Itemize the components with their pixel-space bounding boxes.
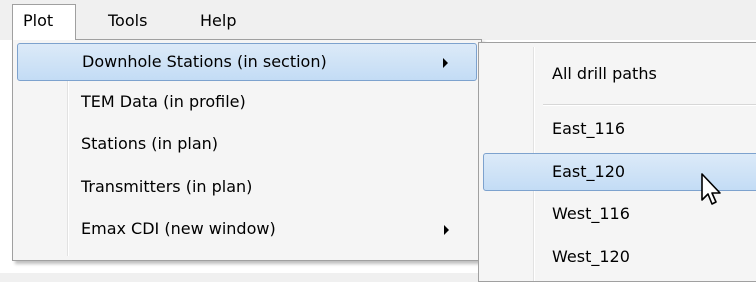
submenu-separator	[543, 104, 756, 106]
menu-plot[interactable]: Plot	[12, 4, 76, 40]
submenu-item-label: West_120	[552, 247, 630, 266]
drill-paths-submenu: All drill paths East_116 East_120 West_1…	[478, 42, 756, 282]
submenu-item-east-116[interactable]: East_116	[483, 110, 756, 148]
menu-help[interactable]: Help	[190, 6, 246, 36]
menu-item-label: Transmitters (in plan)	[81, 177, 253, 196]
menu-item-label: Downhole Stations (in section)	[82, 52, 327, 71]
menu-item-label: TEM Data (in profile)	[81, 92, 246, 111]
submenu-item-label: All drill paths	[552, 64, 657, 83]
submenu-arrow-icon	[443, 58, 448, 68]
menu-item-transmitters[interactable]: Transmitters (in plan)	[17, 168, 477, 206]
menu-item-label: Stations (in plan)	[81, 134, 219, 153]
menu-item-emax-cdi[interactable]: Emax CDI (new window)	[17, 210, 477, 248]
menu-item-tem-data[interactable]: TEM Data (in profile)	[17, 83, 477, 121]
submenu-item-label: East_120	[552, 162, 626, 181]
menu-bar: Plot Tools Help	[0, 0, 756, 40]
submenu-item-all-drill-paths[interactable]: All drill paths	[483, 55, 756, 93]
menu-tools[interactable]: Tools	[98, 6, 157, 36]
submenu-item-label: West_116	[552, 204, 630, 223]
submenu-item-west-120[interactable]: West_120	[483, 238, 756, 276]
menu-item-label: Emax CDI (new window)	[81, 219, 276, 238]
mouse-cursor-icon	[701, 173, 721, 205]
menu-item-stations[interactable]: Stations (in plan)	[17, 125, 477, 163]
submenu-arrow-icon	[444, 225, 449, 235]
plot-dropdown-menu: Downhole Stations (in section) TEM Data …	[12, 39, 482, 261]
menu-item-downhole-stations[interactable]: Downhole Stations (in section)	[17, 43, 477, 81]
submenu-item-label: East_116	[552, 119, 626, 138]
